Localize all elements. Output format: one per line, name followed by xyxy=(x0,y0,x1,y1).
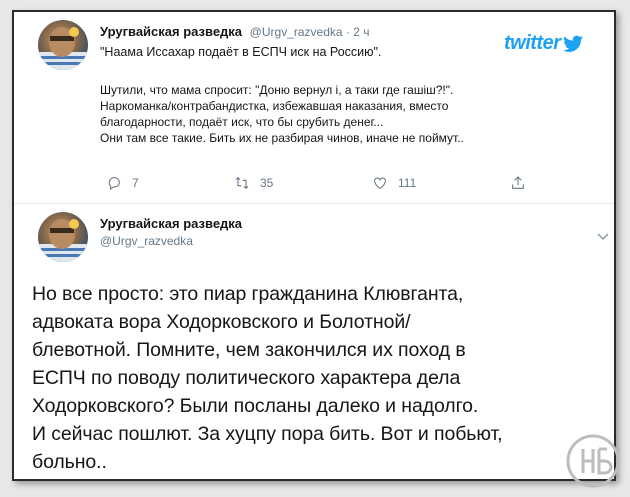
heart-icon xyxy=(374,177,386,189)
author-name-text: Уругвайская разведка xyxy=(100,24,243,39)
tweet-line: адвоката вора Ходорковского и Болотной/ xyxy=(32,311,411,333)
avatar[interactable] xyxy=(38,212,88,262)
author-name[interactable]: Уругвайская разведка @Urgv_razvedka · 2 … xyxy=(100,24,369,39)
tweet-line: Шутили, что мама спросит: "Доню вернул і… xyxy=(100,83,454,97)
tweet-line: Ходорковского? Были посланы далеко и над… xyxy=(32,395,479,417)
divider xyxy=(14,203,614,204)
like-button[interactable]: 111 xyxy=(372,175,416,191)
reply-button[interactable]: 7 xyxy=(106,175,139,191)
bird-icon xyxy=(562,35,583,52)
tweet-line: Но все просто: это пиар гражданина Клювг… xyxy=(32,283,464,305)
chevron-down-icon xyxy=(597,233,609,241)
tweet-actions: 7 35 111 xyxy=(106,175,546,195)
author-name[interactable]: Уругвайская разведка xyxy=(100,216,242,231)
tweet-menu-button[interactable] xyxy=(597,228,609,246)
author-handle[interactable]: @Urgv_razvedka xyxy=(100,234,193,248)
tweet-line: больно.. xyxy=(32,451,107,473)
tweet-line: Они там все такие. Бить их не разбирая ч… xyxy=(100,131,464,145)
twitter-logo: twitter xyxy=(504,32,583,55)
quoted-headline: "Наама Иссахар подаёт в ЕСПЧ иск на Росс… xyxy=(100,44,381,60)
retweet-button[interactable]: 35 xyxy=(234,175,273,191)
watermark-logo xyxy=(566,434,620,488)
author-handle[interactable]: @Urgv_razvedka · 2 ч xyxy=(250,25,370,39)
share-button[interactable] xyxy=(510,175,526,191)
tweet-line: блевотной. Помните, чем закончился их по… xyxy=(32,339,466,361)
tweet-line: благодарности, подаёт иск, что бы срубит… xyxy=(100,115,384,129)
reply-icon xyxy=(108,177,120,191)
retweet-icon xyxy=(235,176,249,190)
retweet-count: 35 xyxy=(260,176,274,190)
tweet-line: Наркоманка/контрабандистка, избежавшая н… xyxy=(100,99,449,113)
twitter-logo-text: twitter xyxy=(504,32,561,54)
headline-text: "Наама Иссахар подаёт в ЕСПЧ иск на Росс… xyxy=(100,45,382,59)
screenshot-frame: Уругвайская разведка @Urgv_razvedka · 2 … xyxy=(12,10,616,481)
avatar[interactable] xyxy=(38,20,88,70)
tweet-line: ЕСПЧ по поводу политического характера д… xyxy=(32,367,461,389)
like-count: 111 xyxy=(398,176,417,190)
tweet-line: И сейчас пошлют. За хуцпу пора бить. Вот… xyxy=(32,423,503,445)
share-icon xyxy=(512,176,524,189)
main-tweet-text: Но все просто: это пиар гражданина Клювг… xyxy=(32,280,503,476)
quoted-tweet-text: Шутили, что мама спросит: "Доню вернул і… xyxy=(100,82,464,146)
reply-count: 7 xyxy=(132,176,139,190)
